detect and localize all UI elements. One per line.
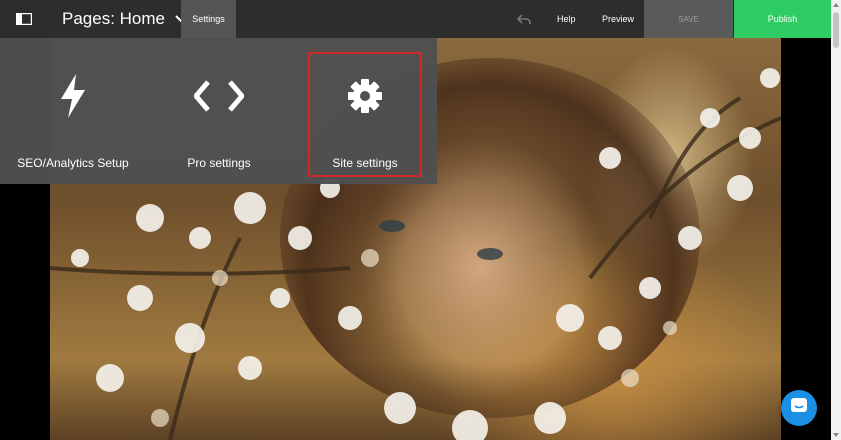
menu-item-seo-analytics-setup[interactable]: SEO/Analytics Setup <box>0 38 146 184</box>
scroll-up-arrow-icon[interactable] <box>831 0 841 10</box>
menu-item-pro-settings[interactable]: Pro settings <box>146 38 292 184</box>
lightning-icon <box>0 74 146 118</box>
menu-item-label: SEO/Analytics Setup <box>17 156 129 170</box>
scrollbar-thumb[interactable] <box>833 12 839 48</box>
page-selector-label: Pages: Home <box>62 9 165 28</box>
chat-icon <box>790 397 808 420</box>
page-selector-dropdown[interactable]: Pages: Home <box>62 0 187 38</box>
menu-item-site-settings[interactable]: Site settings <box>308 52 422 177</box>
menu-item-label: Pro settings <box>187 156 251 170</box>
vertical-scrollbar[interactable] <box>831 0 841 440</box>
save-button[interactable]: SAVE <box>644 0 733 38</box>
chat-support-button[interactable] <box>781 390 817 426</box>
editor-toolbar: Pages: Home Settings Help Preview SAVE P… <box>0 0 831 38</box>
publish-button[interactable]: Publish <box>734 0 831 38</box>
code-icon <box>146 74 292 118</box>
help-link[interactable]: Help <box>557 0 576 38</box>
sidebar-toggle-icon[interactable] <box>10 8 38 30</box>
undo-icon[interactable] <box>515 11 533 27</box>
preview-link[interactable]: Preview <box>602 0 634 38</box>
menu-item-label: Site settings <box>332 156 398 170</box>
scroll-down-arrow-icon[interactable] <box>831 430 841 440</box>
tab-settings[interactable]: Settings <box>181 0 236 38</box>
settings-dropdown-menu: SEO/Analytics Setup Pro settings Site se… <box>0 38 437 184</box>
gear-icon <box>308 74 422 118</box>
